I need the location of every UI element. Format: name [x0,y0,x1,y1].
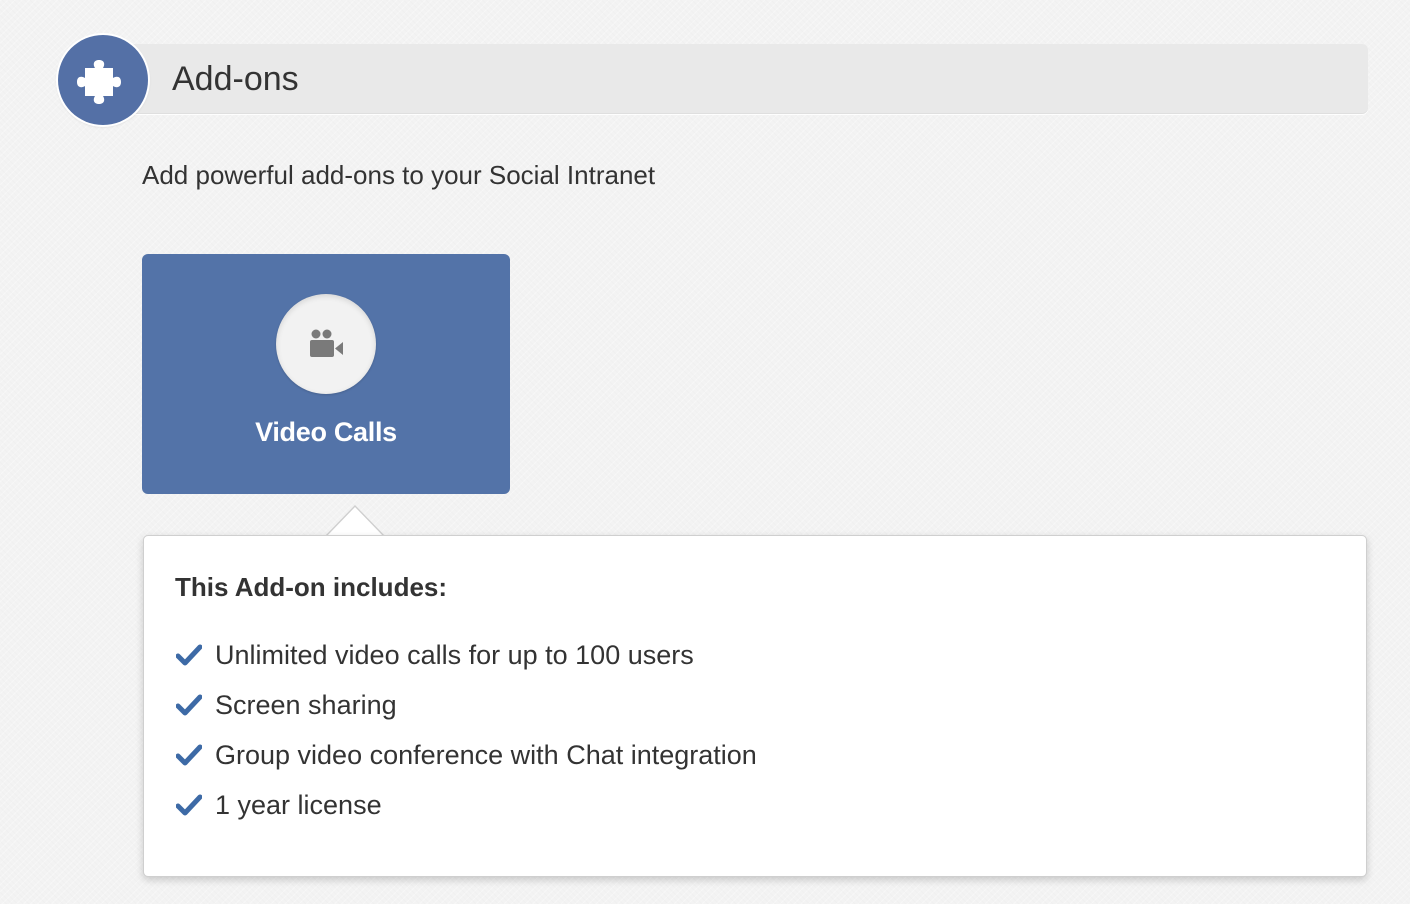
feature-label: Unlimited video calls for up to 100 user… [215,639,694,670]
list-item: Unlimited video calls for up to 100 user… [175,630,757,680]
popover-heading: This Add-on includes: [175,572,448,602]
feature-list: Unlimited video calls for up to 100 user… [175,630,757,830]
check-icon [175,791,203,819]
feature-label: Group video conference with Chat integra… [215,739,757,770]
check-icon [175,741,203,769]
page-subtitle: Add powerful add-ons to your Social Intr… [142,160,656,190]
feature-label: Screen sharing [215,689,397,720]
addon-icon-badge [276,294,376,394]
addon-card-video-calls[interactable]: Video Calls [142,254,510,494]
page-title: Add-ons [172,60,299,98]
puzzle-piece-icon [77,60,121,104]
list-item: Group video conference with Chat integra… [175,730,757,780]
check-icon [175,641,203,669]
list-item: 1 year license [175,780,757,830]
page-header-bar [112,44,1368,114]
check-icon [175,691,203,719]
addon-title: Video Calls [255,417,397,447]
list-item: Screen sharing [175,680,757,730]
video-camera-icon [310,329,343,357]
header-icon-badge [58,35,148,125]
addon-details-popover: This Add-on includes: Unlimited video ca… [143,535,1367,877]
feature-label: 1 year license [215,789,382,820]
